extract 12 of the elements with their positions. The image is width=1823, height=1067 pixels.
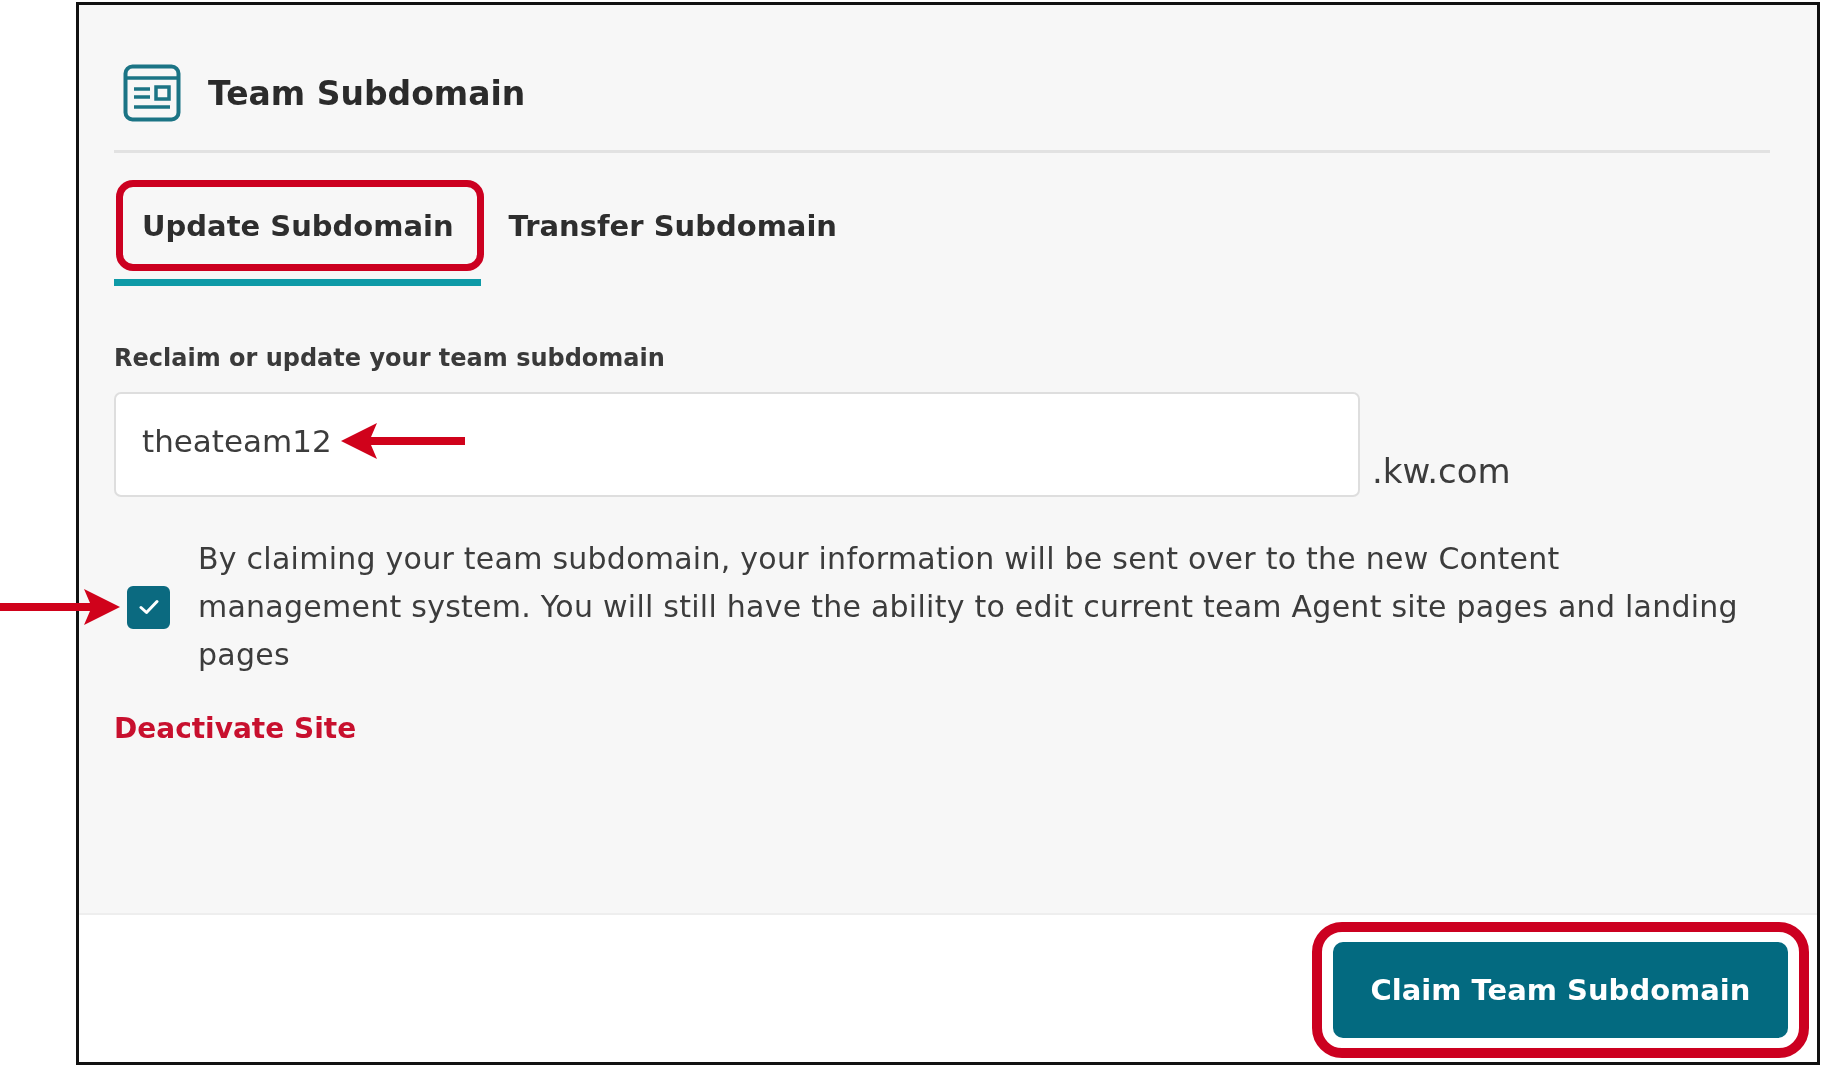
panel-title: Team Subdomain [208,73,526,113]
claim-subdomain-button[interactable]: Claim Team Subdomain [1333,942,1788,1038]
consent-text: By claiming your team subdomain, your information will be sent over to the new Content management system. You will still have the ability to edit current team Agent site pages and landing pages [198,540,1739,674]
input-field[interactable]: theateam12 [114,392,1360,497]
deactivate-link[interactable]: Deactivate Site [114,712,357,746]
domain-suffix: .kw.com [1372,451,1511,491]
tab[interactable]: Update Subdomain [114,180,481,286]
tab[interactable]: Transfer Subdomain [480,180,864,286]
field-label: Reclaim or update your team subdomain [114,344,666,372]
browser-window-icon [123,64,181,122]
checkmark-icon [138,599,159,615]
checkbox[interactable] [127,585,170,629]
